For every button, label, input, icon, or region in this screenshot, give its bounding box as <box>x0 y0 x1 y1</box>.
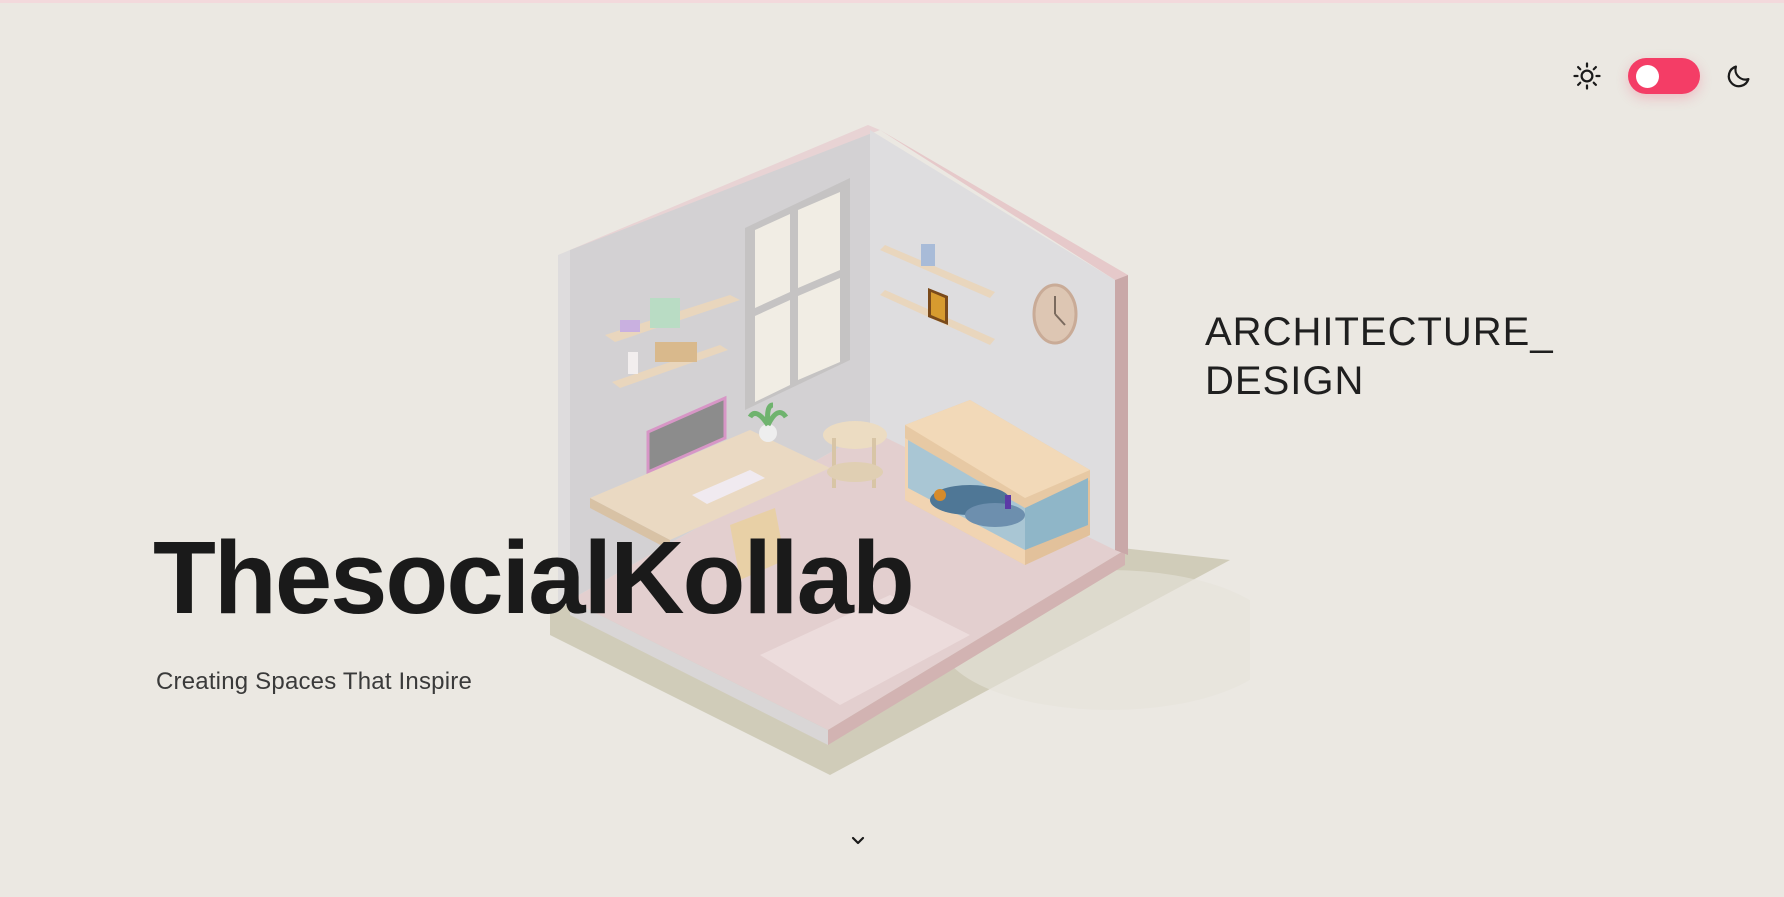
theme-toggle <box>1572 58 1754 94</box>
category-line-1: ARCHITECTURE_ <box>1205 310 1554 354</box>
tagline: Creating Spaces That Inspire <box>156 668 472 695</box>
hero-page: ARCHITECTURE_ DESIGN ThesocialKollab Cre… <box>0 0 1784 897</box>
top-accent-line <box>0 0 1784 3</box>
brand-title: ThesocialKollab <box>153 520 915 635</box>
category-heading: ARCHITECTURE_ DESIGN <box>1205 308 1554 406</box>
chevron-down-icon[interactable] <box>846 828 870 852</box>
category-line-2: DESIGN <box>1205 359 1365 403</box>
sun-icon[interactable] <box>1572 61 1602 91</box>
isometric-room-illustration <box>550 120 1250 780</box>
theme-switch-knob <box>1636 65 1659 88</box>
moon-icon[interactable] <box>1724 61 1754 91</box>
theme-switch[interactable] <box>1628 58 1700 94</box>
